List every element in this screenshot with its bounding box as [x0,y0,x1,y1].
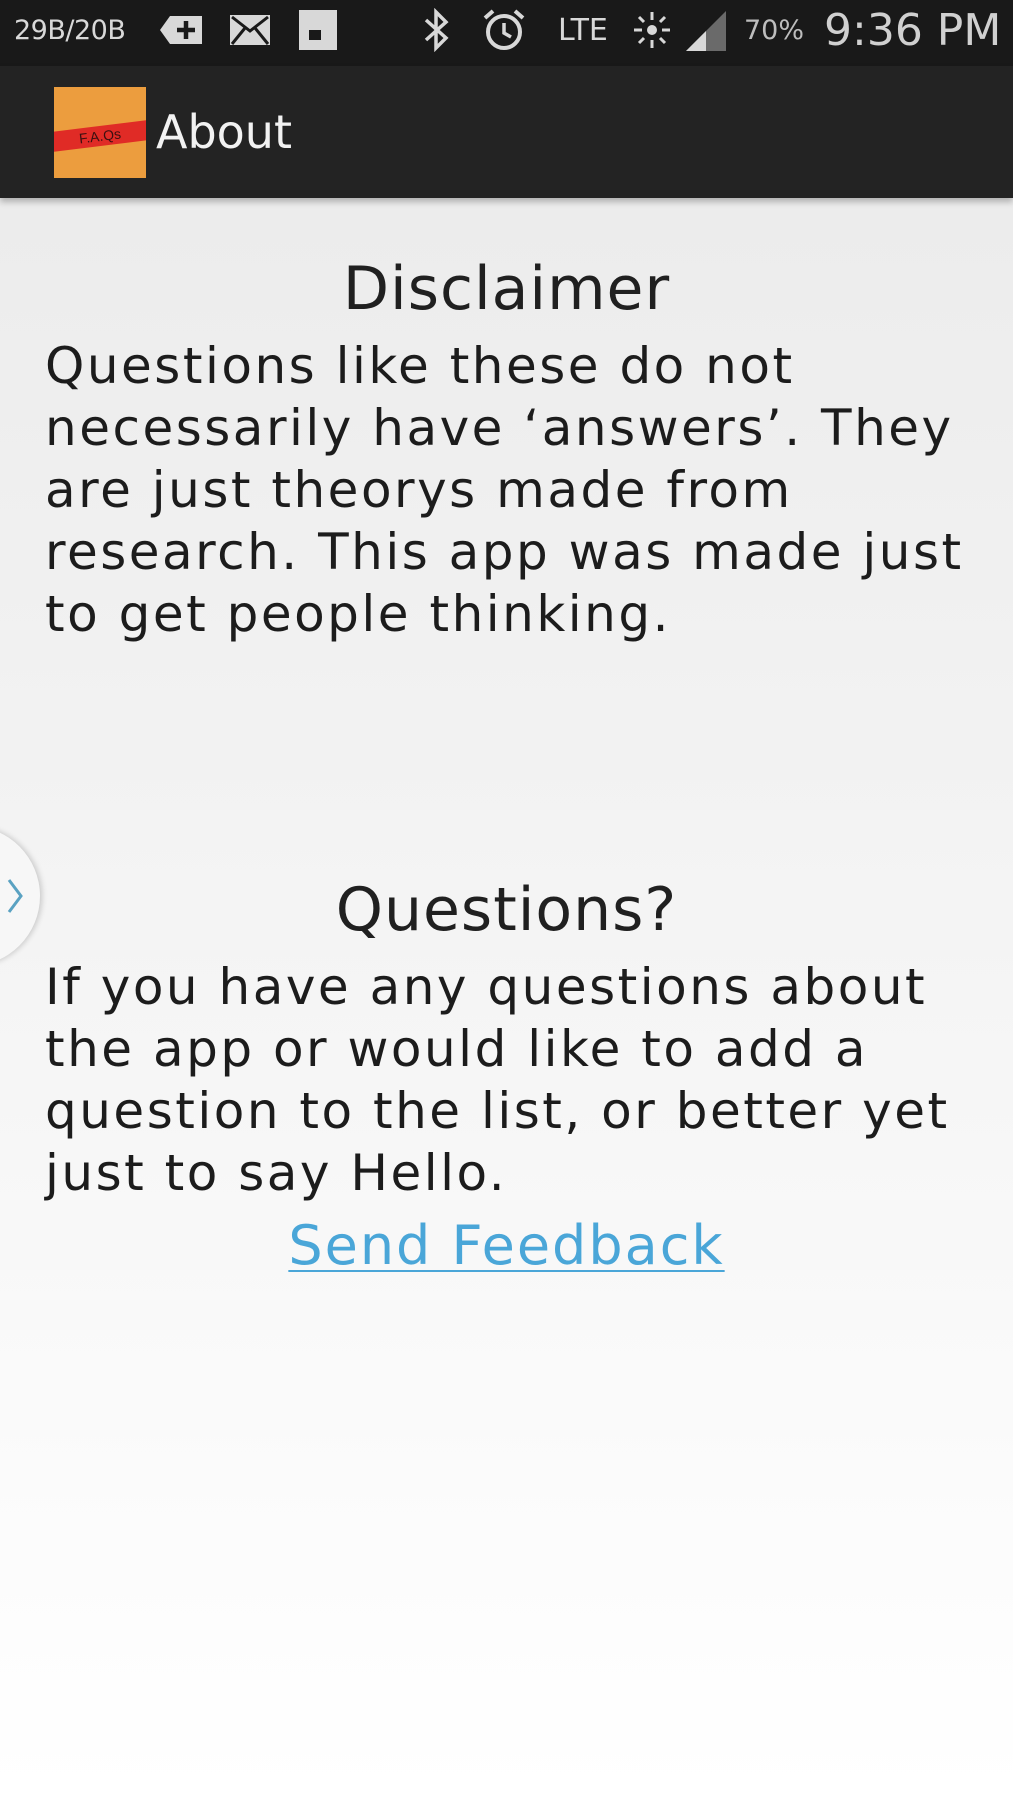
sim-card-icon [295,0,341,60]
disclaimer-body: Questions like these do not necessarily … [45,337,964,643]
add-icon [158,0,206,60]
status-bar: 29B/20B LTE 70% 9:36 PM [0,0,1013,66]
battery-percent-text: 70% [744,14,805,46]
app-logo-icon[interactable]: F.A.Qs [54,87,146,178]
app-logo-text: F.A.Qs [54,119,146,153]
network-type-text: LTE [558,12,608,48]
questions-body: If you have any questions about the app … [45,958,950,1202]
bluetooth-icon [420,0,452,60]
action-bar: F.A.Qs About [0,66,1013,198]
about-content: Disclaimer Questions like these do not n… [0,198,1013,1793]
mail-icon [228,0,272,60]
screen-title: About [156,105,293,159]
send-feedback-link[interactable]: Send Feedback [0,1214,1013,1277]
clock-text: 9:36 PM [824,4,1002,56]
alarm-icon [480,0,528,60]
disclaimer-heading: Disclaimer [342,254,671,324]
signal-icon [684,0,728,60]
data-rate-text: 29B/20B [14,14,126,46]
chevron-right-icon [7,879,23,913]
questions-heading: Questions? [335,875,678,945]
data-activity-icon [630,0,674,60]
